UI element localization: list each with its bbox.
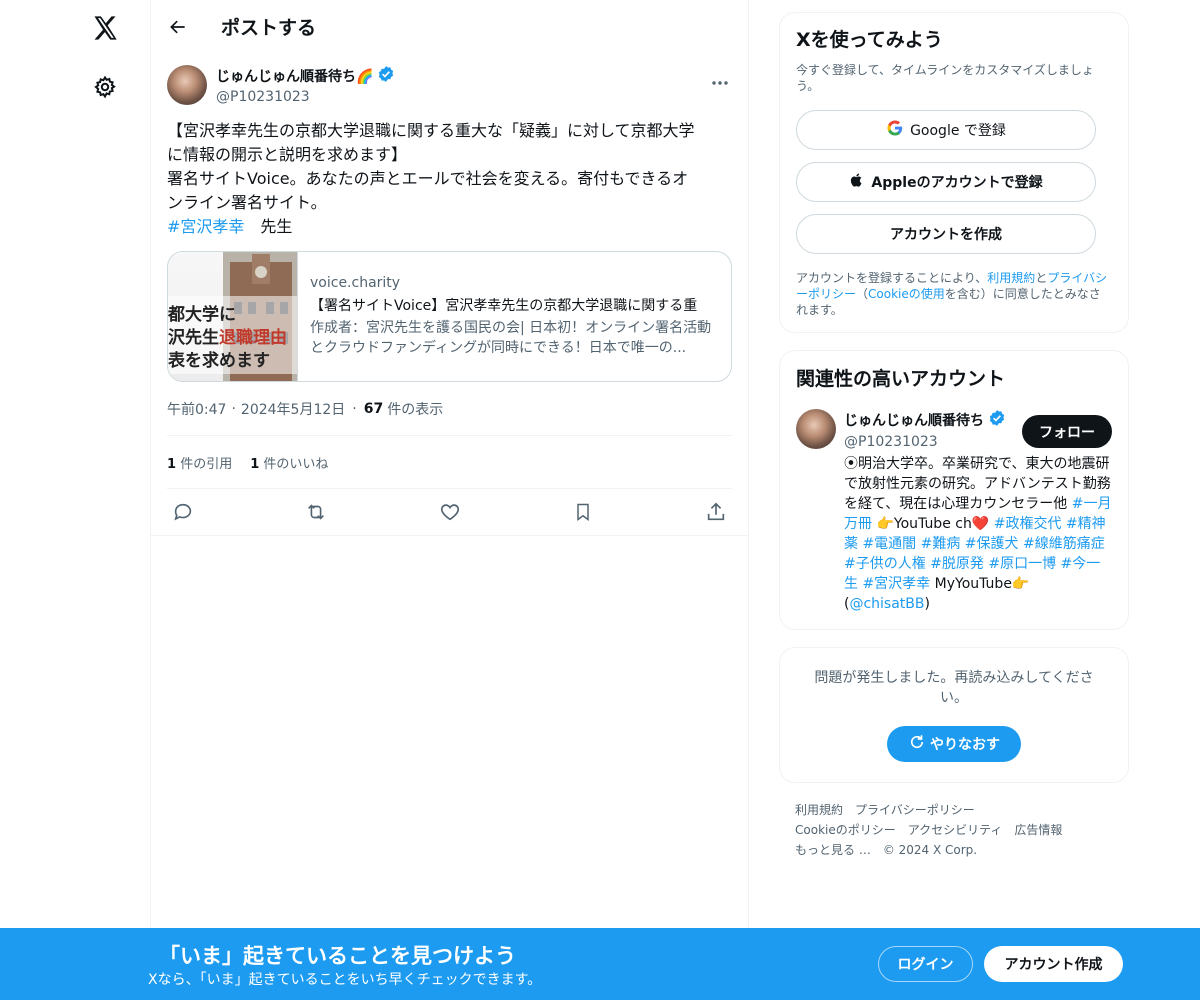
footer: 利用規約 プライバシーポリシー Cookieのポリシー アクセシビリティ 広告情報 も… (779, 800, 1129, 860)
related-user[interactable]: じゅんじゅん順番待ち @P10231023 ⦿明治大学卒。卒業研究で、東大の地震… (796, 409, 1112, 614)
footer-link[interactable]: 広告情報 (1014, 823, 1062, 837)
verified-badge-icon (988, 409, 1006, 431)
quotes-label: 件の引用 (180, 456, 233, 472)
link-card-title: 【署名サイトVoice】宮沢孝幸先生の京都大学退職に関する重 (310, 298, 698, 314)
author-name-row[interactable]: じゅんじゅん順番待ち🌈 (216, 65, 395, 87)
post-hashtag-line: #宮沢孝幸 先生 (167, 215, 732, 239)
terms-link[interactable]: 利用規約 (987, 271, 1035, 285)
post-text-line: 署名サイトVoice。あなたの声とエールで社会を変える。寄付もできるオ (167, 169, 689, 188)
avatar[interactable] (796, 409, 836, 449)
settings-gear-icon[interactable] (90, 72, 120, 102)
apple-signup-label: Appleのアカウントで登録 (871, 175, 1043, 191)
bio-text: ⦿明治大学卒。卒業研究で、東大の地震研で放射性元素の研究。アドバンテスト勤務を経… (844, 456, 1111, 512)
hashtag-suffix: 先生 (244, 217, 293, 236)
post-text: 【宮沢孝幸先生の京都大学退職に関する重大な「疑義」に対して京都大学 に情報の開示… (167, 119, 732, 239)
like-heart-icon[interactable] (438, 500, 462, 524)
views-count: 67 (363, 400, 384, 417)
apple-signup-button[interactable]: Appleのアカウントで登録 (796, 162, 1096, 202)
bottom-subtitle: Xなら、「いま」起きていることをいち早くチェックできます。 (148, 972, 542, 988)
footer-link[interactable]: アクセシビリティ (908, 823, 1003, 837)
back-arrow-icon[interactable] (165, 14, 191, 40)
quotes-stat[interactable]: 1 件の引用 (167, 453, 232, 472)
cookie-link[interactable]: Cookieの使用 (868, 287, 945, 301)
bottom-title: 「いま」起きていることを見つけよう (159, 944, 516, 968)
create-account-label: アカウントを作成 (890, 227, 1002, 243)
repost-icon[interactable] (304, 500, 328, 524)
post-text-line: ンライン署名サイト。 (167, 193, 327, 212)
follow-button[interactable]: フォロー (1022, 415, 1112, 448)
footer-link[interactable]: プライバシーポリシー (855, 803, 975, 817)
reply-icon[interactable] (171, 500, 195, 524)
google-signup-button[interactable]: Google で登録 (796, 110, 1096, 150)
x-logo-icon[interactable] (87, 10, 123, 46)
thumb-text: 沢先生 (168, 328, 219, 348)
related-title: 関連性の高いアカウント (796, 368, 1006, 390)
related-name: じゅんじゅん順番待ち (844, 413, 984, 429)
error-message: 問題が発生しました。再読み込みしてください。 (814, 670, 1094, 706)
retry-label: やりなおす (930, 737, 1000, 753)
legal-prefix: アカウントを登録することにより、 (796, 271, 988, 285)
related-bio: ⦿明治大学卒。卒業研究で、東大の地震研で放射性元素の研究。アドバンテスト勤務を経… (844, 454, 1112, 614)
create-account-button[interactable]: アカウントを作成 (796, 214, 1096, 254)
post-author: じゅんじゅん順番待ち🌈 @P10231023 (167, 53, 732, 117)
author-handle[interactable]: @P10231023 (216, 89, 395, 105)
footer-link[interactable]: 利用規約 (795, 803, 843, 817)
top-bar: ポストする (151, 0, 748, 53)
signup-legal: アカウントを登録することにより、利用規約とプライバシーポリシー（Cookieの使… (796, 270, 1112, 318)
left-rail (0, 0, 150, 928)
related-accounts-box: 関連性の高いアカウント じゅんじゅん順番待ち @P10231023 ⦿明治大学卒… (779, 350, 1129, 630)
verified-badge-icon (377, 65, 395, 87)
views-label: 件の表示 (387, 401, 444, 418)
refresh-icon (908, 733, 926, 755)
link-card[interactable]: 都大学に 沢先生退職理由 表を求めます voice.charity 【署名サイト… (167, 251, 732, 382)
page-title: ポストする (221, 17, 317, 39)
bookmark-icon[interactable] (571, 500, 595, 524)
post-stats: 1 件の引用 1 件のいいね (167, 436, 732, 489)
more-options-icon[interactable] (708, 71, 732, 95)
signup-title: Xを使ってみよう (796, 29, 943, 51)
apple-icon (849, 171, 865, 193)
google-icon (886, 119, 904, 141)
hashtag-link[interactable]: #宮沢孝幸 (167, 217, 244, 236)
thumb-text-red: 退職理由 (219, 328, 287, 348)
share-icon[interactable] (704, 500, 728, 524)
avatar[interactable] (167, 65, 207, 105)
post-text-line: 【宮沢孝幸先生の京都大学退職に関する重大な「疑義」に対して京都大学 (167, 121, 695, 140)
quotes-count: 1 (167, 456, 177, 472)
main-column: ポストする じゅんじゅん順番待ち🌈 @P10231023 【宮沢孝幸先生の京都大… (150, 0, 749, 928)
legal-and: と (1035, 271, 1048, 285)
author-name: じゅんじゅん順番待ち🌈 (216, 69, 374, 85)
post-actions (151, 489, 748, 536)
bio-link[interactable]: @chisatBB (849, 596, 924, 612)
thumb-text: 都大学に (168, 305, 236, 325)
bio-text: 👉YouTube ch❤️ (872, 516, 994, 532)
google-signup-label: Google で登録 (910, 123, 1006, 139)
retry-button[interactable]: やりなおす (887, 726, 1021, 762)
thumb-text: 表を求めます (168, 351, 270, 371)
footer-link[interactable]: Cookieのポリシー (795, 823, 896, 837)
copyright: © 2024 X Corp. (882, 843, 978, 857)
post: じゅんじゅん順番待ち🌈 @P10231023 【宮沢孝幸先生の京都大学退職に関す… (151, 53, 748, 536)
post-text-line: に情報の開示と説明を求めます】 (167, 145, 408, 164)
link-card-description: 作成者：宮沢先生を護る国民の会| 日本初！オンライン署名活動とクラウドファンディ… (310, 320, 712, 356)
link-card-domain: voice.charity (310, 275, 401, 291)
footer-link[interactable]: もっと見る … (795, 843, 871, 857)
signup-box: Xを使ってみよう 今すぐ登録して、タイムラインをカスタマイズしましょう。 Goo… (779, 12, 1129, 333)
login-button[interactable]: ログイン (878, 946, 973, 982)
signup-subtitle: 今すぐ登録して、タイムラインをカスタマイズしましょう。 (796, 63, 1094, 93)
post-time[interactable]: 午前0:47 (167, 399, 226, 419)
bottom-signup-bar: 「いま」起きていることを見つけよう Xなら、「いま」起きていることをいち早くチェ… (0, 928, 1200, 1000)
post-date[interactable]: 2024年5月12日 (241, 399, 345, 419)
bio-text: ) (924, 596, 930, 612)
signup-button[interactable]: アカウント作成 (984, 946, 1123, 982)
error-box: 問題が発生しました。再読み込みしてください。 やりなおす (779, 647, 1129, 783)
likes-count: 1 (250, 456, 260, 472)
likes-stat[interactable]: 1 件のいいね (250, 453, 328, 472)
post-meta: 午前0:47 · 2024年5月12日 · 67 件の表示 (167, 382, 732, 436)
link-card-thumbnail: 都大学に 沢先生退職理由 表を求めます (168, 252, 298, 381)
legal-mid: （ (856, 287, 869, 301)
likes-label: 件のいいね (263, 456, 329, 472)
right-sidebar: Xを使ってみよう 今すぐ登録して、タイムラインをカスタマイズしましょう。 Goo… (779, 12, 1129, 860)
